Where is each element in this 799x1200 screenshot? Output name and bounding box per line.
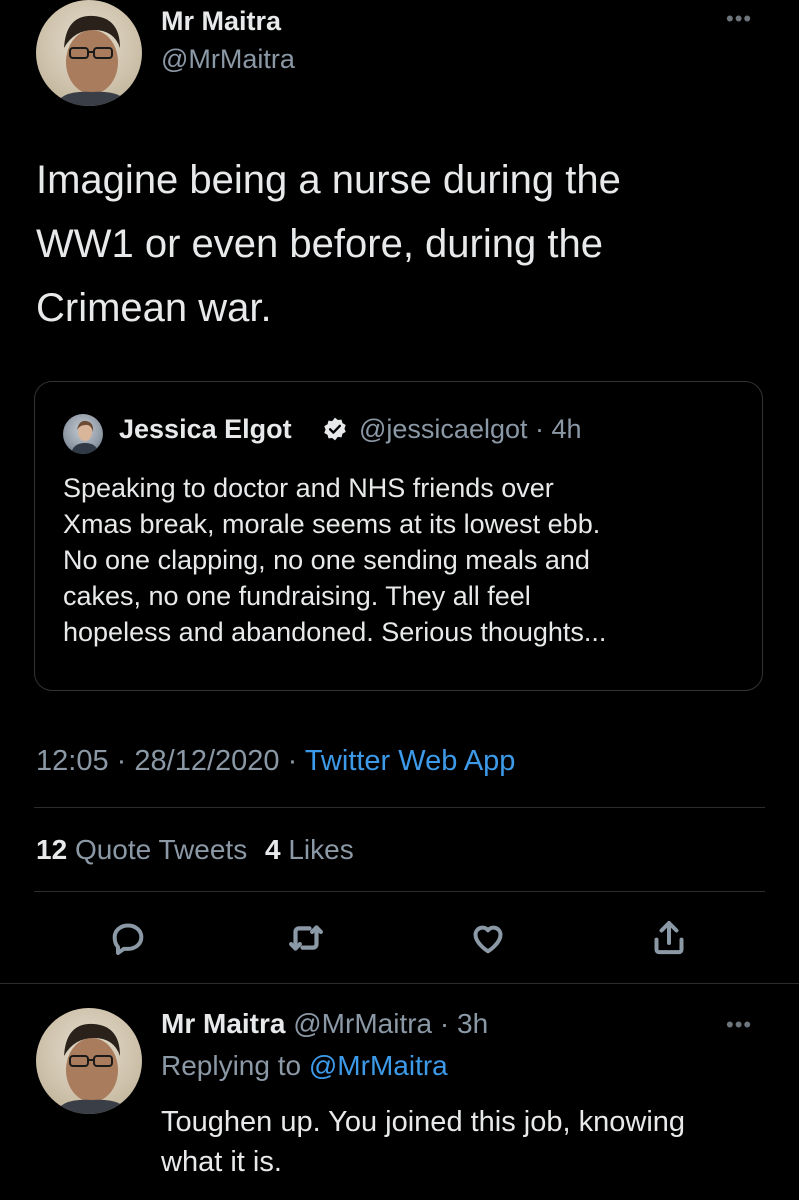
divider [34, 807, 765, 808]
quoted-tweet-card[interactable]: Jessica Elgot @jessicaelgot · 4h Speakin… [34, 381, 763, 691]
quote-tweets-stat[interactable]: 12 Quote Tweets [36, 834, 255, 865]
separator-dot: · [439, 1008, 450, 1039]
tweet-text-line: WW1 or even before, during the [36, 222, 603, 266]
quoted-avatar-portrait [71, 420, 99, 454]
quoted-text-line: hopeless and abandoned. Serious thoughts… [63, 617, 607, 647]
quoted-text-line: cakes, no one fundraising. They all feel [63, 581, 531, 611]
quoted-text: Speaking to doctor and NHS friends over … [63, 470, 606, 650]
reply-icon[interactable] [104, 914, 152, 962]
reply-age[interactable]: 3h [457, 1008, 488, 1039]
more-options-icon[interactable]: ••• [726, 1014, 752, 1036]
tweet-text: Imagine being a nurse during the WW1 or … [36, 148, 621, 340]
reply-author-avatar[interactable] [36, 1008, 142, 1114]
replying-to-link[interactable]: @MrMaitra [309, 1050, 448, 1081]
separator-dot: · [535, 414, 545, 444]
author-name[interactable]: Mr Maitra [161, 6, 281, 37]
verified-badge-icon [322, 416, 348, 442]
tweet-time[interactable]: 12:05 [36, 745, 109, 777]
quoted-author-avatar [63, 414, 103, 454]
tweet-text-line: Imagine being a nurse during the [36, 158, 621, 202]
tweet-date[interactable]: 28/12/2020 [134, 745, 279, 777]
separator-dot: · [116, 745, 127, 777]
share-icon[interactable] [645, 914, 693, 962]
quoted-handle: @jessicaelgot [359, 414, 528, 444]
replying-to: Replying to @MrMaitra [161, 1050, 448, 1082]
tweet-source-link[interactable]: Twitter Web App [305, 745, 516, 777]
reply-author-name[interactable]: Mr Maitra [161, 1008, 285, 1039]
retweet-icon[interactable] [282, 914, 330, 962]
reply-author-handle[interactable]: @MrMaitra [293, 1008, 432, 1039]
quoted-age: 4h [551, 414, 582, 444]
author-avatar[interactable] [36, 0, 142, 106]
reply-text: Toughen up. You joined this job, knowing… [161, 1102, 685, 1182]
divider [0, 983, 799, 984]
quote-label: Quote Tweets [74, 834, 248, 865]
divider [34, 891, 765, 892]
like-count: 4 [264, 834, 281, 865]
tweet-stats: 12 Quote Tweets 4 Likes [36, 834, 354, 866]
tweet-text-line: Crimean war. [36, 286, 272, 330]
like-icon[interactable] [464, 914, 512, 962]
reply-text-line: what it is. [161, 1146, 282, 1178]
more-options-icon[interactable]: ••• [726, 8, 752, 30]
quoted-text-line: Xmas break, morale seems at its lowest e… [63, 509, 601, 539]
quoted-meta: @jessicaelgot · 4h [359, 414, 582, 445]
replying-prefix: Replying to [161, 1050, 302, 1081]
tweet-meta: 12:05 · 28/12/2020 · Twitter Web App [36, 745, 515, 778]
quoted-text-line: No one clapping, no one sending meals an… [63, 545, 590, 575]
avatar-portrait [56, 15, 128, 106]
like-label: Likes [288, 834, 354, 865]
quoted-author-name: Jessica Elgot [119, 414, 292, 444]
likes-stat[interactable]: 4 Likes [265, 834, 354, 865]
quoted-text-line: Speaking to doctor and NHS friends over [63, 473, 554, 503]
author-handle[interactable]: @MrMaitra [161, 44, 295, 75]
avatar-portrait [56, 1023, 128, 1114]
reply-header: Mr Maitra @MrMaitra · 3h [161, 1008, 488, 1040]
quote-count: 12 [36, 834, 68, 865]
separator-dot: · [287, 745, 298, 777]
reply-text-line: Toughen up. You joined this job, knowing [161, 1106, 686, 1138]
